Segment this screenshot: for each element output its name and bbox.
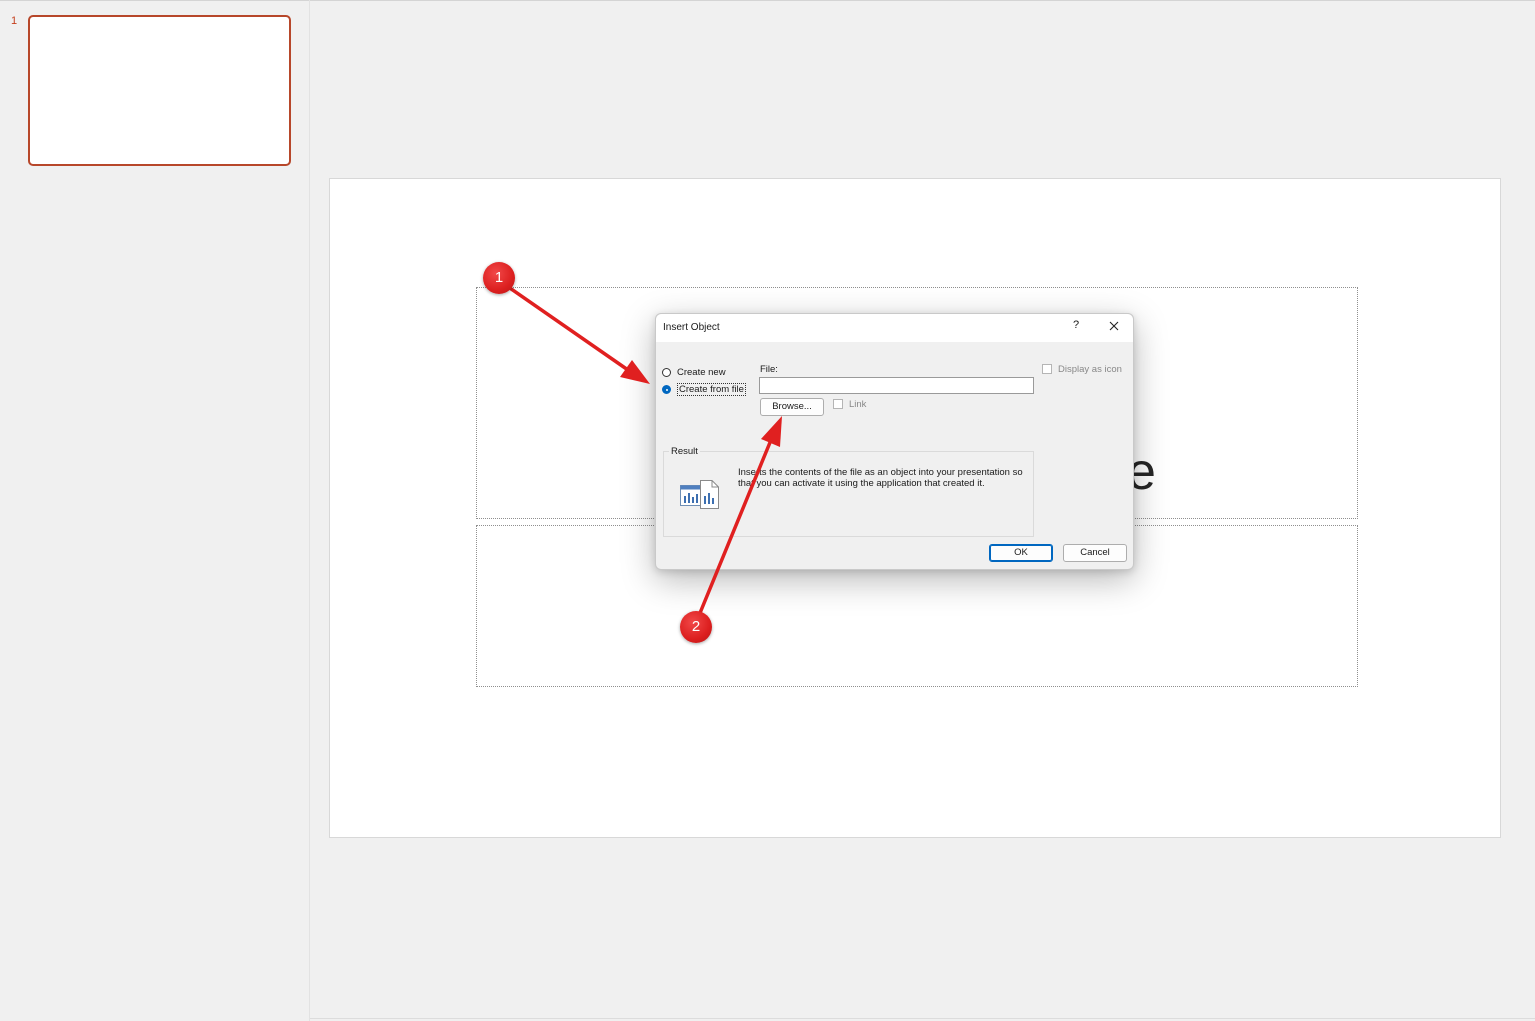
create-new-radio[interactable] — [662, 368, 671, 377]
link-option[interactable]: Link — [833, 399, 866, 410]
display-as-icon-option[interactable]: Display as icon — [1042, 364, 1122, 375]
create-from-file-radio[interactable] — [662, 385, 671, 394]
dialog-title: Insert Object — [663, 322, 720, 333]
create-new-option[interactable]: Create new — [662, 366, 726, 379]
step-marker-2: 2 — [680, 611, 712, 643]
insert-object-dialog: Insert Object ? Create new Create from f… — [655, 313, 1134, 570]
display-as-icon-checkbox[interactable] — [1042, 364, 1052, 375]
slide-thumbnail[interactable] — [28, 15, 291, 166]
bottom-border — [310, 1018, 1535, 1019]
ok-button[interactable]: OK — [989, 544, 1053, 562]
link-label: Link — [849, 399, 867, 410]
create-from-file-label: Create from file — [677, 383, 746, 396]
file-label: File: — [760, 364, 778, 375]
browse-button[interactable]: Browse... — [760, 398, 824, 416]
help-button[interactable]: ? — [1069, 319, 1083, 335]
result-description: Inserts the contents of the file as an o… — [738, 467, 1023, 489]
file-path-input[interactable] — [759, 377, 1034, 394]
dialog-titlebar: Insert Object ? — [656, 314, 1133, 342]
create-from-file-option[interactable]: Create from file — [662, 383, 746, 396]
slide-thumbnails-pane: 1 — [0, 1, 309, 1021]
display-as-icon-label: Display as icon — [1058, 364, 1122, 375]
result-label: Result — [669, 446, 700, 457]
link-checkbox[interactable] — [833, 399, 843, 410]
cancel-button[interactable]: Cancel — [1063, 544, 1127, 562]
close-icon[interactable] — [1106, 318, 1122, 334]
create-new-label: Create new — [677, 367, 726, 378]
step-marker-1: 1 — [483, 262, 515, 294]
pane-divider[interactable] — [309, 0, 310, 1021]
slide-number: 1 — [11, 15, 18, 27]
embedded-object-icon — [680, 478, 720, 510]
